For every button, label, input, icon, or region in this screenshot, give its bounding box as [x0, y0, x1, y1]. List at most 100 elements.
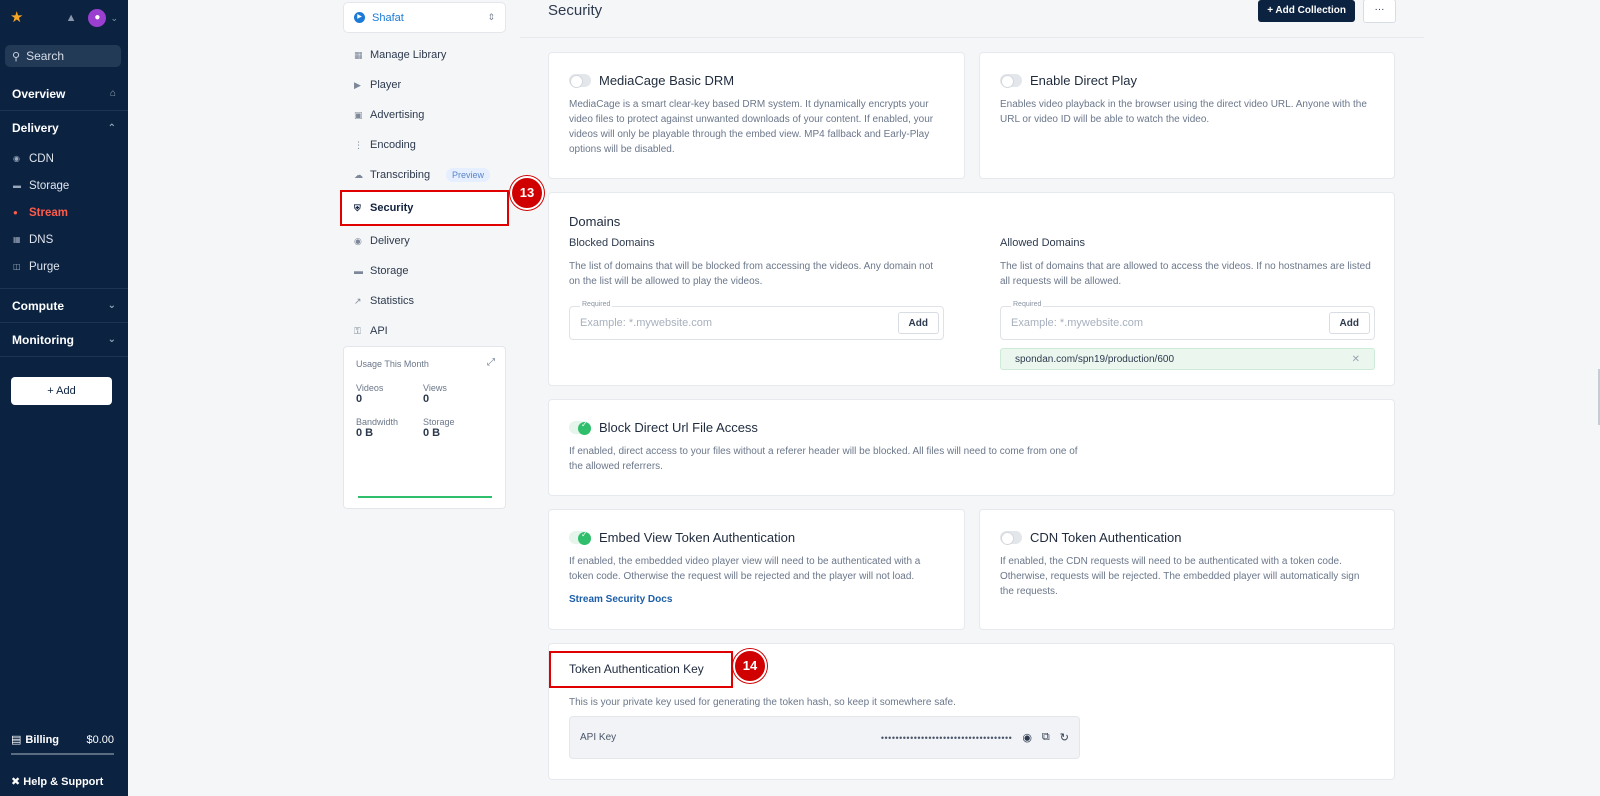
direct-play-toggle[interactable] [1000, 74, 1022, 88]
nav-section-overview[interactable]: Overview ⌂ [0, 77, 128, 111]
more-options-button[interactable]: ··· [1363, 0, 1396, 23]
usage-label: Videos [356, 383, 384, 393]
nav-section-label: Delivery [12, 121, 59, 135]
play-icon: ▶ [354, 79, 361, 90]
subnav-statistics[interactable]: ↗ Statistics [343, 286, 506, 316]
nav-section-label: Monitoring [12, 332, 74, 347]
subnav-label: Transcribing [370, 169, 431, 181]
usage-value: 0 B [423, 427, 441, 439]
chevron-down-icon[interactable]: ⌄ [110, 13, 118, 24]
subnav-label: Manage Library [370, 49, 447, 61]
subnav-security[interactable]: ⛨ Security [340, 190, 509, 226]
drm-toggle[interactable] [569, 74, 591, 88]
allowed-domains-desc: The list of domains that are allowed to … [1000, 261, 1371, 287]
search-label: Search [26, 49, 65, 63]
refresh-icon[interactable]: ↻ [1060, 731, 1069, 744]
subnav-manage-library[interactable]: ▦ Manage Library [343, 40, 506, 70]
storage-icon: ▬ [13, 181, 21, 190]
nav-section-monitoring[interactable]: Monitoring ⌄ [0, 323, 128, 357]
subnav-label: Player [370, 79, 402, 91]
nav-item-label: DNS [29, 233, 54, 246]
library-subnav: ▶ Shafat ⇕ ▦ Manage Library ▶ Player ▣ Adve… [340, 0, 509, 346]
location-icon: ◉ [13, 154, 20, 163]
nav-section-compute[interactable]: Compute ⌄ [0, 289, 128, 323]
close-icon[interactable]: ✕ [1352, 354, 1360, 365]
subnav-encoding[interactable]: ⋮ Encoding [343, 130, 506, 160]
play-icon: ▶ [354, 12, 365, 23]
card-title: Embed View Token Authentication [599, 530, 796, 545]
card-description: MediaCage is a smart clear-key based DRM… [569, 99, 934, 155]
blocked-domain-input[interactable]: Required Example: *.mywebsite.com Add [569, 301, 944, 340]
help-icon: ✖ [11, 776, 21, 788]
page-title: Security [548, 2, 603, 19]
search-input[interactable]: ⚲ Search [5, 45, 121, 67]
subnav-api[interactable]: ⚿ API [343, 316, 506, 346]
expand-icon[interactable]: ⤢ [487, 357, 495, 368]
nav-item-storage[interactable]: ▬ Storage [0, 172, 128, 199]
help-support-link[interactable]: ✖ Help & Support [11, 775, 103, 788]
usage-card: Usage This Month ⤢ Videos 0 Views 0 Bandwi… [343, 346, 506, 509]
copy-icon[interactable]: ⧉ [1042, 731, 1050, 744]
api-key-masked-value: •••••••••••••••••••••••••••••••••••• [880, 732, 1013, 743]
cdn-token-toggle[interactable] [1000, 531, 1022, 545]
api-key-label: API Key [580, 732, 617, 743]
subnav-label: Encoding [370, 139, 416, 151]
usage-chart-line [358, 496, 492, 498]
add-blocked-domain-button[interactable]: Add [897, 312, 939, 334]
nav-item-label: CDN [29, 152, 54, 165]
subnav-delivery[interactable]: ◉ Delivery [343, 226, 506, 256]
subnav-advertising[interactable]: ▣ Advertising [343, 100, 506, 130]
updown-icon: ⇕ [487, 12, 495, 22]
card-description: If enabled, direct access to your files … [569, 446, 1078, 472]
key-icon: ⚿ [354, 325, 361, 336]
subnav-storage[interactable]: ▬ Storage [343, 256, 506, 286]
add-allowed-domain-button[interactable]: Add [1328, 312, 1370, 334]
add-button[interactable]: + Add [11, 377, 112, 405]
nav-item-dns[interactable]: ▦ DNS [0, 226, 128, 253]
storage-icon: ▬ [354, 266, 363, 276]
nav-item-label: Purge [29, 260, 60, 273]
required-label: Required [1011, 301, 1044, 308]
nav-item-purge[interactable]: ◫ Purge [0, 253, 128, 280]
stream-security-docs-link[interactable]: Stream Security Docs [569, 594, 944, 605]
chevron-down-icon: ⌄ [107, 334, 116, 345]
usage-label: Storage [423, 417, 455, 427]
block-direct-toggle[interactable]: ✓ [569, 420, 591, 435]
eye-icon[interactable]: ◉ [1022, 731, 1032, 744]
token-key-title: Token Authentication Key [549, 651, 733, 688]
allowed-domain-input[interactable]: Required Example: *.mywebsite.com Add [1000, 301, 1375, 340]
bell-icon[interactable]: ▲ [66, 12, 77, 24]
waveform-icon: ⋮ [354, 139, 363, 150]
subnav-label: Storage [370, 265, 409, 277]
input-placeholder: Example: *.mywebsite.com [1011, 317, 1144, 329]
nav-section-delivery[interactable]: Delivery ⌃ [0, 111, 128, 145]
location-icon: ◉ [354, 235, 362, 246]
chevron-up-icon: ⌃ [107, 122, 116, 134]
nav-item-label: Stream [29, 206, 68, 219]
add-collection-button[interactable]: + Add Collection [1258, 0, 1355, 22]
card-description: If enabled, the CDN requests will need t… [1000, 556, 1360, 597]
card-title: Domains [569, 214, 621, 229]
embed-token-toggle[interactable]: ✓ [569, 530, 591, 545]
subnav-transcribing[interactable]: ☁ Transcribing Preview [343, 160, 506, 190]
avatar[interactable]: ● [88, 9, 107, 27]
card-title: MediaCage Basic DRM [599, 73, 735, 88]
card-title: CDN Token Authentication [1030, 530, 1182, 545]
check-icon: ✓ [581, 420, 588, 429]
sidebar-top: ★ ▲ ● ⌄ [0, 0, 128, 36]
library-selector[interactable]: ▶ Shafat ⇕ [343, 2, 506, 33]
subnav-player[interactable]: ▶ Player [343, 70, 506, 100]
card-description: This is your private key used for genera… [569, 697, 956, 708]
block-direct-card: ✓ Block Direct Url File Access If enabled… [548, 399, 1395, 496]
drm-card: MediaCage Basic DRM MediaCage is a smart… [548, 52, 965, 179]
bunny-logo-icon[interactable]: ★ [10, 10, 26, 26]
nav-item-stream[interactable]: ● Stream [0, 199, 128, 226]
nav-section-label: Compute [12, 298, 64, 313]
allowed-domains: Allowed Domains The list of domains that… [1000, 237, 1375, 370]
usage-value: 0 [423, 393, 430, 405]
billing-row[interactable]: ▤ Billing $0.00 [0, 733, 128, 747]
nav-item-cdn[interactable]: ◉ CDN [0, 145, 128, 172]
cdn-token-card: CDN Token Authentication If enabled, the… [979, 509, 1395, 630]
page-header: Security + Add Collection ··· [520, 0, 1424, 38]
allowed-domain-value: spondan.com/spn19/production/600 [1015, 353, 1175, 365]
